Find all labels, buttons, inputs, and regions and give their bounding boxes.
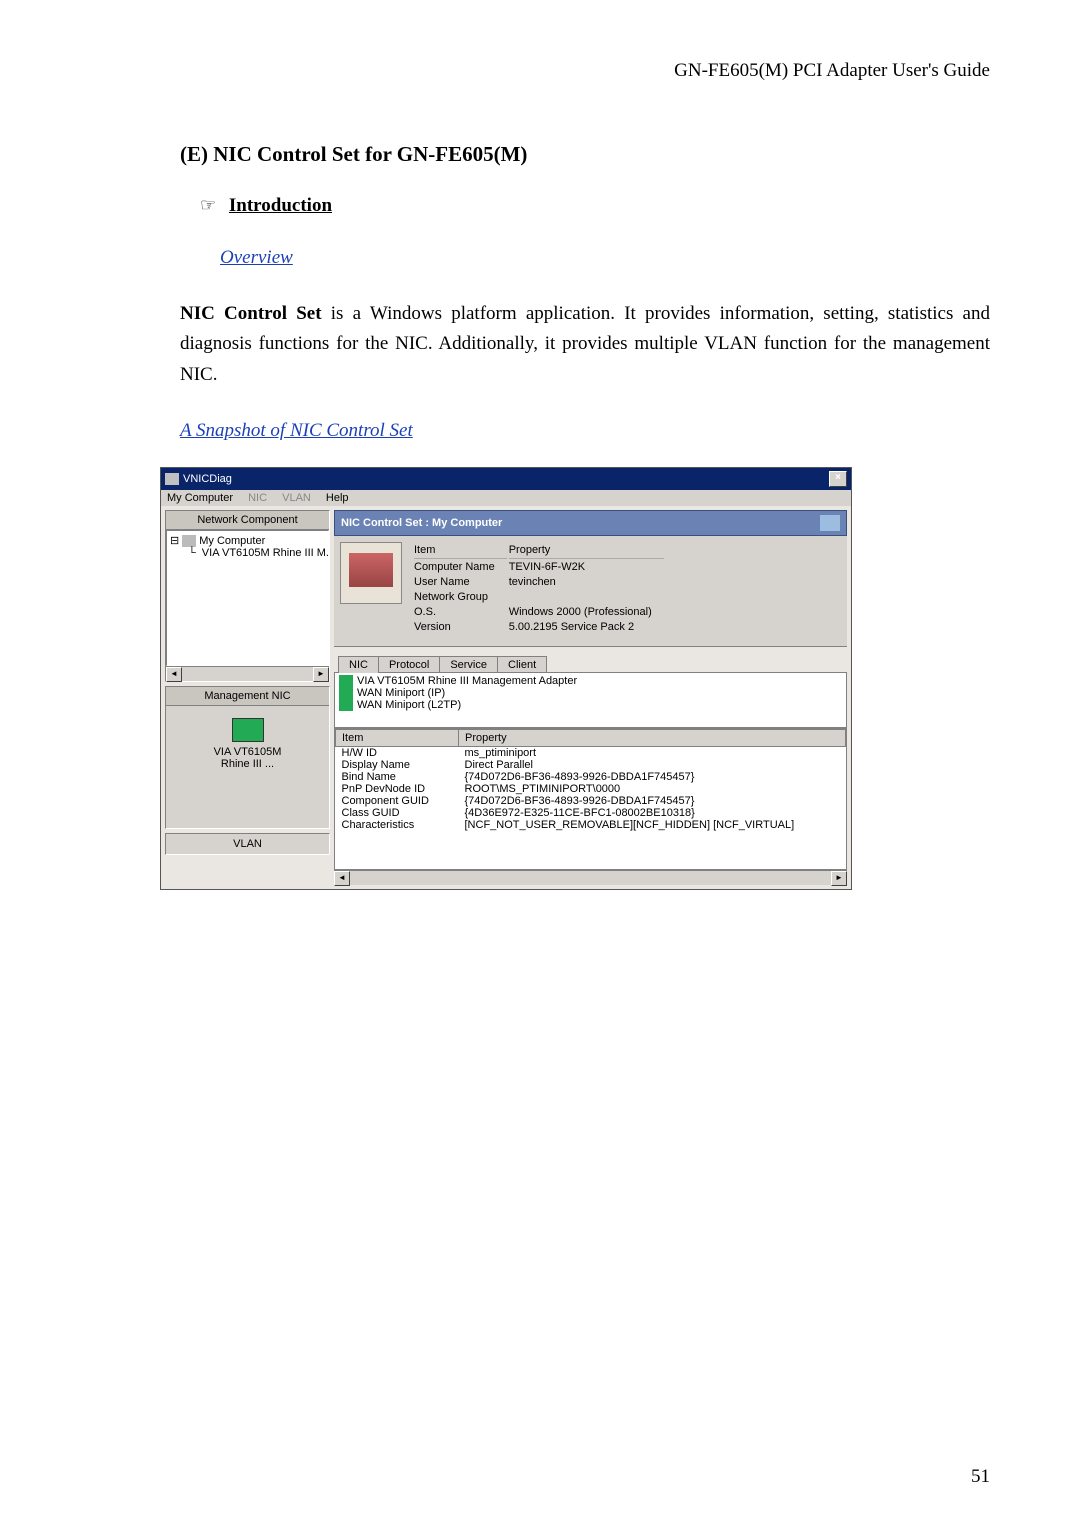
menu-mycomputer[interactable]: My Computer <box>167 492 233 504</box>
prop-label: Bind Name <box>336 771 459 783</box>
sys-label: O.S. <box>414 606 507 619</box>
prop-value: ms_ptiminiport <box>459 747 846 760</box>
adapter-icon <box>232 718 264 742</box>
section-title: (E) NIC Control Set for GN-FE605(M) <box>180 142 990 167</box>
tree-root[interactable]: My Computer <box>199 535 265 547</box>
list-item[interactable]: WAN Miniport (IP) <box>357 687 445 699</box>
intro-label: Introduction <box>229 195 332 216</box>
computer-image-icon <box>340 542 402 604</box>
content-header: NIC Control Set : My Computer <box>334 510 847 536</box>
tab-nic[interactable]: NIC <box>338 656 379 673</box>
sys-label: Version <box>414 621 507 634</box>
nic-list[interactable]: VIA VT6105M Rhine III Management Adapter… <box>334 672 847 728</box>
tree-child[interactable]: VIA VT6105M Rhine III M. <box>202 547 329 559</box>
arrow-right-icon[interactable]: ► <box>831 871 847 886</box>
content-title: NIC Control Set : My Computer <box>341 517 502 529</box>
app-window: VNICDiag × My Computer NIC VLAN Help Net… <box>160 467 852 890</box>
tabs: NIC Protocol Service Client <box>334 655 847 672</box>
menu-help[interactable]: Help <box>326 492 349 504</box>
list-item[interactable]: WAN Miniport (L2TP) <box>357 699 461 711</box>
sys-col-item: Item <box>414 544 507 559</box>
prop-value: {74D072D6-BF36-4893-9926-DBDA1F745457} <box>459 771 846 783</box>
scrollbar-horizontal[interactable]: ◄ ► <box>166 666 329 681</box>
mgmt-line2: Rhine III ... <box>172 758 323 770</box>
page-header: GN-FE605(M) PCI Adapter User's Guide <box>180 60 990 82</box>
sys-label: User Name <box>414 576 507 589</box>
hand-icon: ☞ <box>200 195 216 215</box>
arrow-right-icon[interactable]: ► <box>313 667 329 682</box>
scrollbar-horizontal[interactable]: ◄ ► <box>334 870 847 885</box>
sys-col-property: Property <box>509 544 664 559</box>
panel-head-vlan: VLAN <box>166 834 329 854</box>
menubar[interactable]: My Computer NIC VLAN Help <box>161 490 851 506</box>
close-button[interactable]: × <box>829 471 847 487</box>
tree[interactable]: ⊟ My Computer └ VIA VT6105M Rhine III M. <box>166 530 329 666</box>
system-info: ItemProperty Computer NameTEVIN-6F-W2K U… <box>334 536 847 647</box>
sys-label: Network Group <box>414 591 507 604</box>
prop-col-item[interactable]: Item <box>336 730 459 747</box>
tab-protocol[interactable]: Protocol <box>378 656 440 673</box>
snapshot-link[interactable]: A Snapshot of NIC Control Set <box>180 420 990 442</box>
nic-icon <box>339 687 353 699</box>
prop-value: {74D072D6-BF36-4893-9926-DBDA1F745457} <box>459 795 846 807</box>
prop-value: [NCF_NOT_USER_REMOVABLE][NCF_HIDDEN] [NC… <box>459 819 846 831</box>
mgmt-line1: VIA VT6105M <box>172 746 323 758</box>
overview-link[interactable]: Overview <box>220 247 990 269</box>
tab-client[interactable]: Client <box>497 656 547 673</box>
prop-label: Class GUID <box>336 807 459 819</box>
monitor-icon <box>820 515 840 531</box>
management-nic-panel: Management NIC VIA VT6105M Rhine III ... <box>165 686 330 829</box>
prop-value: ROOT\MS_PTIMINIPORT\0000 <box>459 783 846 795</box>
list-item[interactable]: VIA VT6105M Rhine III Management Adapter <box>357 675 577 687</box>
prop-value: Direct Parallel <box>459 759 846 771</box>
sys-value: Windows 2000 (Professional) <box>509 606 664 619</box>
nic-icon <box>339 675 353 687</box>
prop-label: Component GUID <box>336 795 459 807</box>
prop-label: H/W ID <box>336 747 459 760</box>
property-table: ItemProperty H/W IDms_ptiminiport Displa… <box>334 728 847 870</box>
intro-line: ☞ Introduction <box>200 195 990 217</box>
sys-value: TEVIN-6F-W2K <box>509 561 664 574</box>
arrow-left-icon[interactable]: ◄ <box>166 667 182 682</box>
body-paragraph: NIC Control Set is a Windows platform ap… <box>180 299 990 390</box>
network-component-panel: Network Component ⊟ My Computer └ VIA VT… <box>165 510 330 682</box>
prop-label: Display Name <box>336 759 459 771</box>
tab-service[interactable]: Service <box>439 656 498 673</box>
prop-value: {4D36E972-E325-11CE-BFC1-08002BE10318} <box>459 807 846 819</box>
sys-value: 5.00.2195 Service Pack 2 <box>509 621 664 634</box>
nic-icon <box>339 699 353 711</box>
prop-label: PnP DevNode ID <box>336 783 459 795</box>
panel-head-network: Network Component <box>166 511 329 530</box>
menu-vlan[interactable]: VLAN <box>282 492 311 504</box>
vlan-panel: VLAN <box>165 833 330 855</box>
prop-col-property[interactable]: Property <box>459 730 846 747</box>
sys-label: Computer Name <box>414 561 507 574</box>
arrow-left-icon[interactable]: ◄ <box>334 871 350 886</box>
app-title: VNICDiag <box>183 473 232 485</box>
app-icon <box>165 473 179 485</box>
sys-value <box>509 591 664 604</box>
sys-value: tevinchen <box>509 576 664 589</box>
prop-label: Characteristics <box>336 819 459 831</box>
menu-nic[interactable]: NIC <box>248 492 267 504</box>
system-table: ItemProperty Computer NameTEVIN-6F-W2K U… <box>412 542 666 636</box>
panel-head-mgmt: Management NIC <box>166 687 329 706</box>
page-number: 51 <box>971 1466 990 1488</box>
titlebar[interactable]: VNICDiag × <box>161 468 851 490</box>
computer-icon <box>182 535 196 547</box>
